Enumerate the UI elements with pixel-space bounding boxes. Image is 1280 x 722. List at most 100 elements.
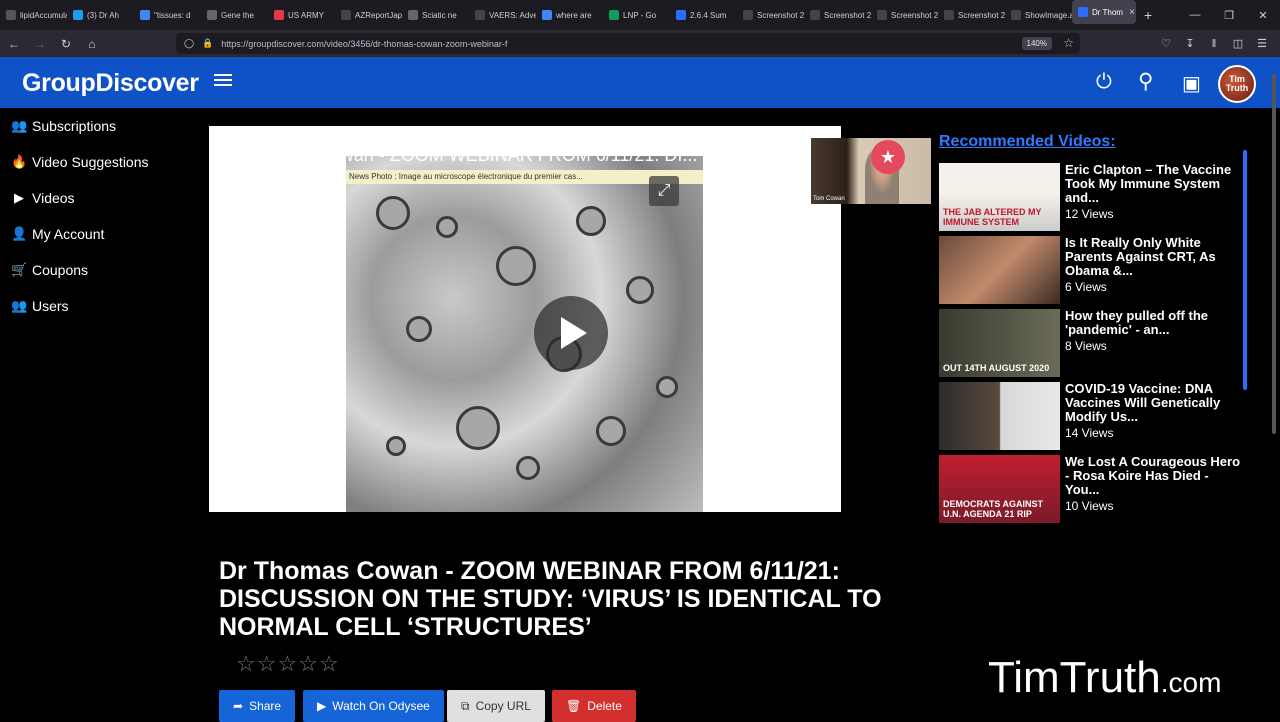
favicon-icon [676,10,686,20]
recommended-title[interactable]: We Lost A Courageous Hero - Rosa Koire H… [1065,455,1244,497]
avatar[interactable]: Tim Truth [1218,65,1256,103]
browser-tab[interactable]: (3) Dr Ah [67,0,134,30]
video-thumbnail[interactable] [939,236,1060,304]
cell-shape [376,196,410,230]
share-button[interactable]: ➦ Share [219,690,296,722]
expand-icon[interactable]: ⤢ [649,176,679,206]
tab-label: Dr Thom [1092,7,1123,17]
lock-icon[interactable]: 🔒 [202,38,213,49]
library-icon[interactable]: ‖ [1202,38,1226,50]
star-icon[interactable]: ☆ [236,651,257,676]
recommended-info: We Lost A Courageous Hero - Rosa Koire H… [1065,455,1244,528]
page-scrollbar[interactable] [1270,60,1278,720]
browser-tab[interactable]: Gene the [201,0,268,30]
search-icon[interactable]: ⚲ [1138,69,1153,94]
reload-icon[interactable]: ↻ [54,32,78,56]
sidebar-item-video-suggestions[interactable]: 🔥 Video Suggestions [0,144,200,180]
recommended-title[interactable]: COVID-19 Vaccine: DNA Vaccines Will Gene… [1065,382,1244,424]
tab-label: LNP - Go [623,10,657,20]
browser-tab[interactable]: Dr Thom × [1072,0,1136,24]
share-icon: ➦ [233,699,244,713]
sidebar-item-users[interactable]: 👥 Users [0,288,200,324]
browser-tab[interactable]: where are [536,0,603,30]
star-icon[interactable]: ☆ [319,651,340,676]
hamburger-menu-icon[interactable] [214,71,232,89]
back-icon[interactable]: ← [2,32,26,56]
new-tab-button[interactable]: + [1136,7,1160,23]
video-thumbnail[interactable]: DEMOCRATS AGAINST U.N. AGENDA 21 RIP [939,455,1060,523]
recommended-heading[interactable]: Recommended Videos: [939,133,1244,163]
favicon-icon [1011,10,1021,20]
recommended-scrollbar[interactable] [1242,140,1248,535]
cell-shape [386,436,406,456]
upload-video-icon[interactable]: ▣ [1182,71,1201,96]
url-bar[interactable]: ◯ 🔒 https://groupdiscover.com/video/3456… [176,33,1080,54]
sidebar-toggle-icon[interactable]: ◫ [1226,37,1250,50]
bookmark-star-icon[interactable]: ☆ [1063,36,1074,50]
cell-shape [496,246,536,286]
forward-icon[interactable]: → [28,32,52,56]
star-icon[interactable]: ☆ [257,651,278,676]
browser-tab[interactable]: ShowImage.as [1005,0,1072,30]
shield-icon[interactable]: ◯ [184,38,194,49]
webcam-overlay: ★ Tom Cowan [811,138,931,204]
browser-tab[interactable]: Screenshot 20 [871,0,938,30]
recommended-item[interactable]: DEMOCRATS AGAINST U.N. AGENDA 21 RIP We L… [939,455,1244,528]
copy-url-button[interactable]: ⧉ Copy URL [447,690,545,722]
menu-icon[interactable]: ☰ [1250,37,1274,50]
recommended-title[interactable]: Is It Really Only White Parents Against … [1065,236,1244,278]
favicon-icon [877,10,887,20]
tab-label: ShowImage.as [1025,10,1072,20]
watch-on-odysee-button[interactable]: ▶ Watch On Odysee [303,690,444,722]
video-player[interactable]: News Photo : Image au microscope électro… [209,126,932,543]
site-logo[interactable]: GroupDiscover [22,69,199,98]
browser-tab[interactable]: lipidAccumula [0,0,67,30]
home-icon[interactable]: ⌂ [80,32,104,56]
power-icon[interactable]: ⏻ [1096,71,1112,94]
browser-tab[interactable]: Screenshot 20 [737,0,804,30]
delete-label: Delete [587,699,622,713]
delete-button[interactable]: 🗑 Delete [552,690,636,722]
recommended-title[interactable]: Eric Clapton – The Vaccine Took My Immun… [1065,163,1244,205]
webcam-name: Tom Cowan [813,196,845,202]
play-button[interactable] [534,296,608,370]
recommended-item[interactable]: THE JAB ALTERED MY IMMUNE SYSTEM Eric Cla… [939,163,1244,236]
browser-tab[interactable]: Sciatic ne [402,0,469,30]
browser-tab[interactable]: VAERS: Advers [469,0,536,30]
video-thumbnail[interactable]: THE JAB ALTERED MY IMMUNE SYSTEM [939,163,1060,231]
view-count: 12 Views [1065,207,1114,221]
browser-tab[interactable]: 2.6.4 Sum [670,0,737,30]
browser-tab[interactable]: AZReportJapa [335,0,402,30]
browser-tab[interactable]: Screenshot 20 [804,0,871,30]
zoom-level[interactable]: 140% [1021,37,1052,50]
cell-shape [516,456,540,480]
copy-icon: ⧉ [461,698,470,713]
recommended-item[interactable]: COVID-19 Vaccine: DNA Vaccines Will Gene… [939,382,1244,455]
star-icon[interactable]: ☆ [298,651,319,676]
close-tab-icon[interactable]: × [1129,7,1135,18]
download-icon[interactable]: ↧ [1178,37,1202,50]
recommended-item[interactable]: Is It Really Only White Parents Against … [939,236,1244,309]
browser-tab[interactable]: LNP - Go [603,0,670,30]
close-window-icon[interactable]: ✕ [1246,0,1280,30]
recommended-title[interactable]: How they pulled off the 'pandemic' - an.… [1065,309,1244,337]
minimize-icon[interactable]: — [1178,0,1212,30]
recommended-item[interactable]: OUT 14TH AUGUST 2020 How they pulled off … [939,309,1244,382]
sidebar-item-label: Subscriptions [32,118,117,134]
cell-shape [576,206,606,236]
video-thumbnail[interactable]: OUT 14TH AUGUST 2020 [939,309,1060,377]
star-icon[interactable]: ☆ [277,651,298,676]
restore-icon[interactable]: ❐ [1212,0,1246,30]
recommended-info: Is It Really Only White Parents Against … [1065,236,1244,309]
browser-tab[interactable]: Screenshot 20 [938,0,1005,30]
browser-tab[interactable]: US ARMY [268,0,335,30]
sidebar-item-subscriptions[interactable]: 👥 Subscriptions [0,108,200,144]
sidebar-item-my-account[interactable]: 👤 My Account [0,216,200,252]
pocket-icon[interactable]: ♡ [1154,37,1178,50]
star-rating[interactable]: ☆☆☆☆☆ [236,651,340,677]
sidebar-item-videos[interactable]: ▶ Videos [0,180,200,216]
browser-tab[interactable]: "tissues: d [134,0,201,30]
video-thumbnail[interactable] [939,382,1060,450]
sidebar-item-coupons[interactable]: 🛒 Coupons [0,252,200,288]
video-frame[interactable]: News Photo : Image au microscope électro… [209,126,841,512]
